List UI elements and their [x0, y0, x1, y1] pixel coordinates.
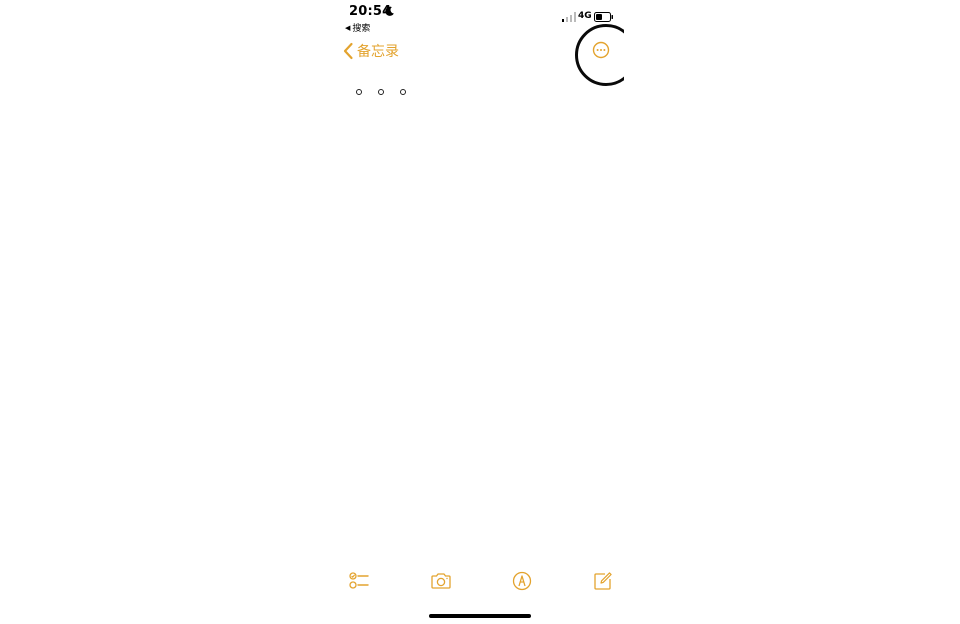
back-to-app[interactable]: ◀ 搜索 [345, 21, 371, 35]
pen-tip-icon[interactable] [511, 571, 533, 591]
tap-highlight-ring [575, 24, 624, 86]
back-triangle-icon: ◀ [345, 23, 351, 32]
network-type: 4G [578, 11, 592, 21]
loading-dot [378, 89, 384, 95]
compose-icon[interactable] [592, 571, 614, 591]
checklist-icon[interactable] [348, 571, 370, 591]
loading-dot [400, 89, 406, 95]
back-button-label: 备忘录 [357, 44, 399, 60]
phone-screen: 20:54 ◀ 搜索 4G 备忘录 [336, 0, 624, 624]
camera-icon[interactable] [430, 571, 452, 591]
home-indicator[interactable] [429, 614, 531, 618]
back-app-label: 搜索 [352, 24, 371, 34]
battery-icon [594, 12, 613, 22]
back-button[interactable]: 备忘录 [342, 40, 399, 62]
chevron-left-icon [343, 42, 353, 60]
signal-icon [562, 12, 576, 22]
loading-dots [356, 89, 406, 95]
loading-dot [356, 89, 362, 95]
moon-icon [385, 6, 394, 16]
